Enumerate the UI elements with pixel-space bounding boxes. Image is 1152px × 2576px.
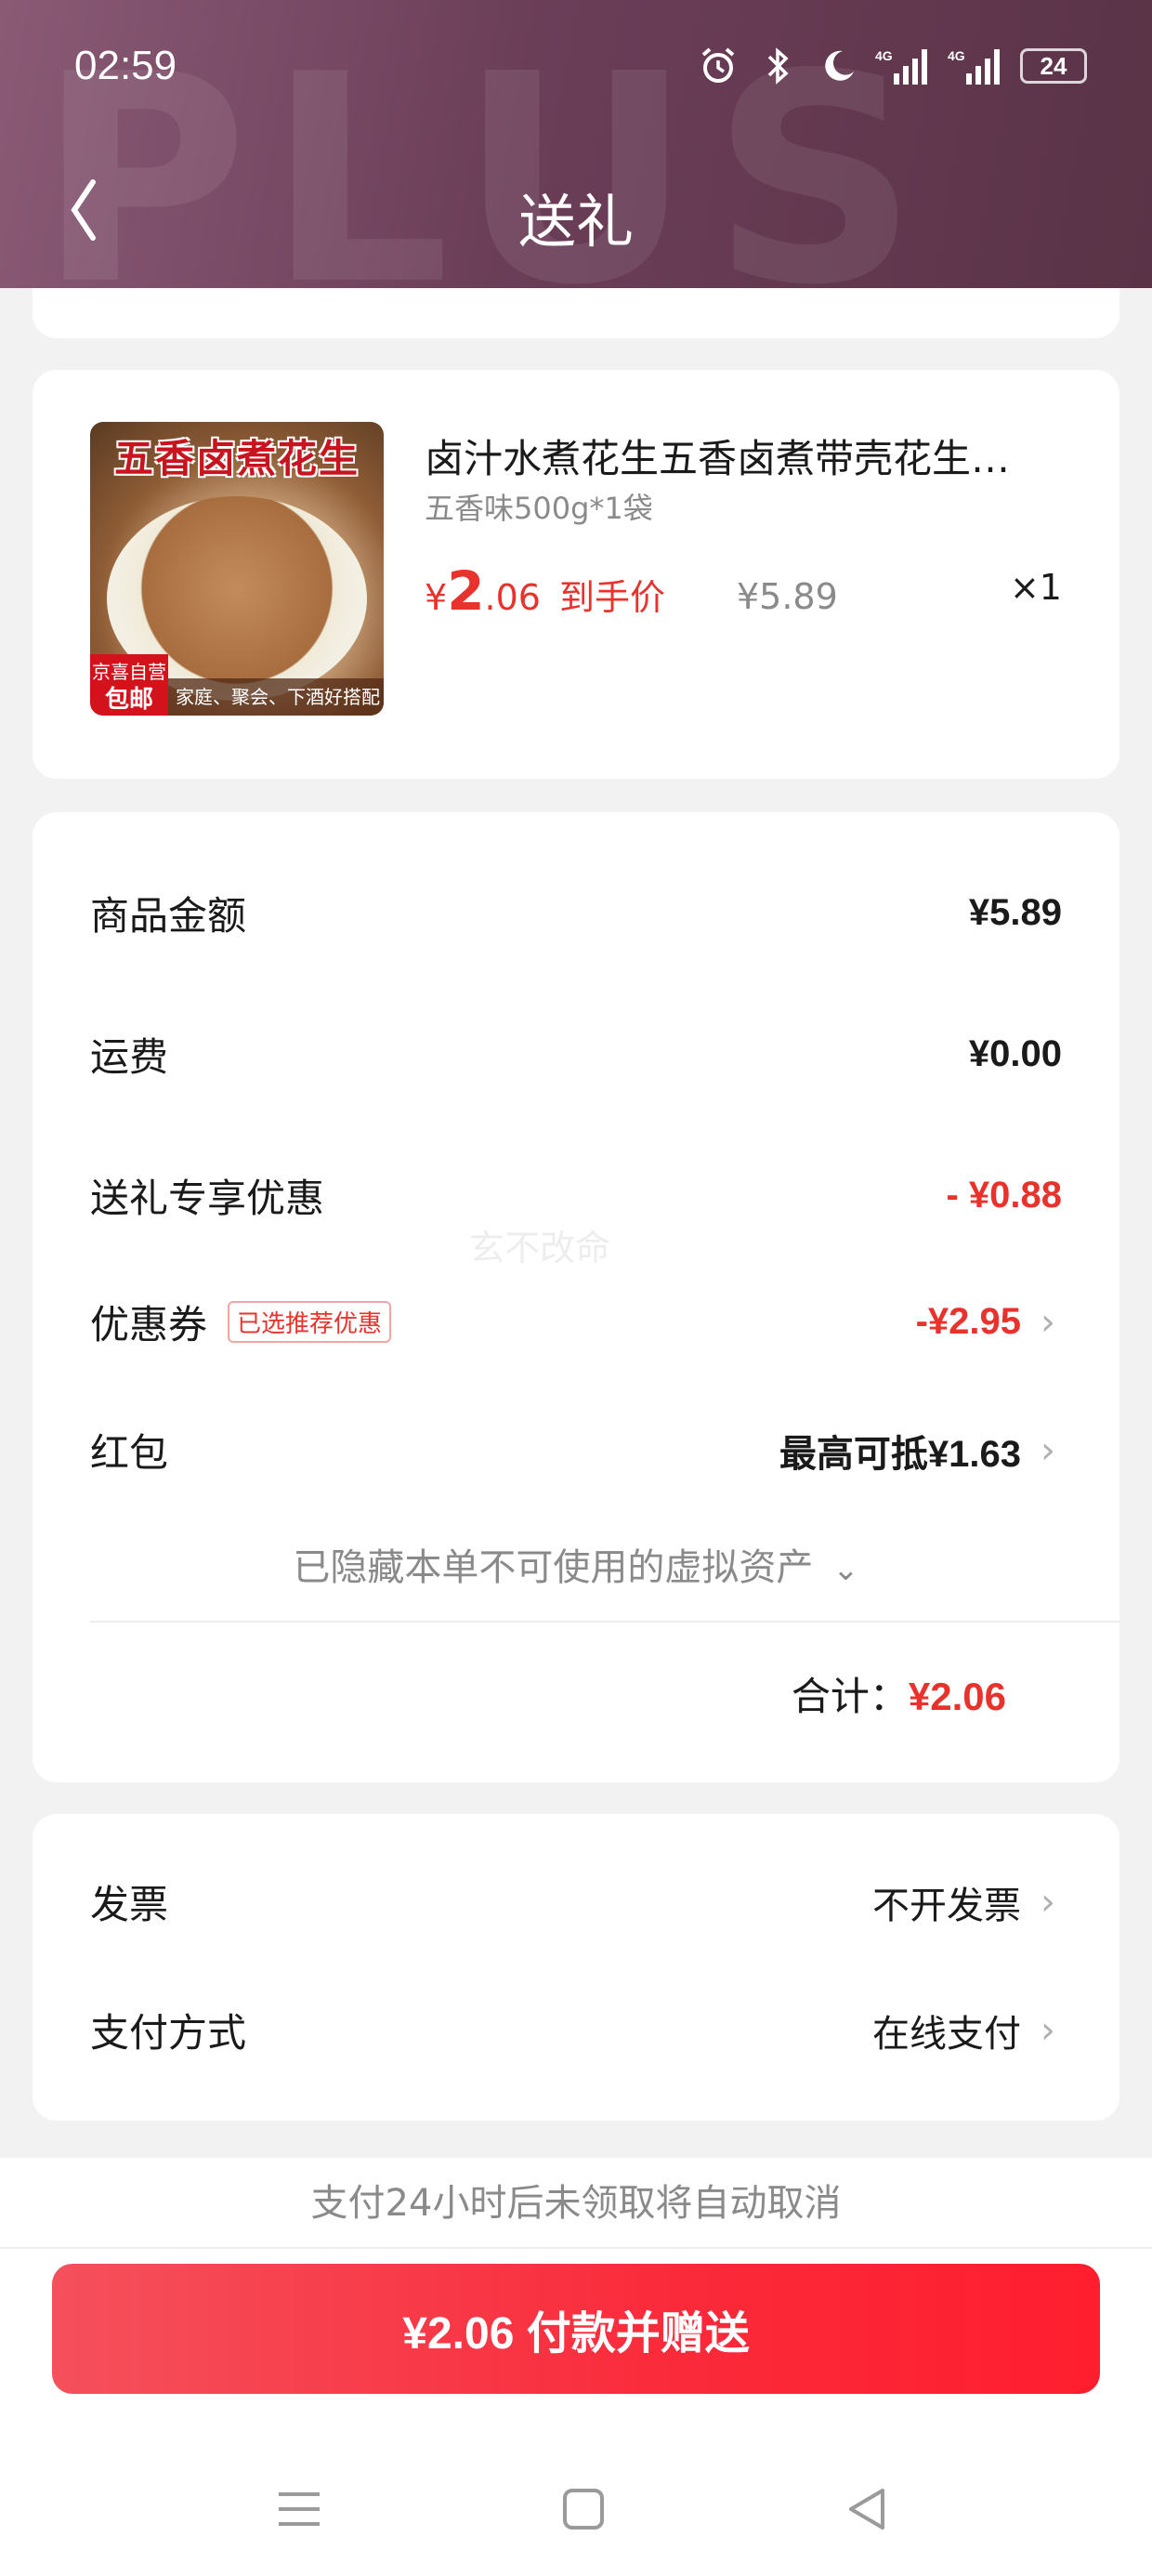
svg-text:4G: 4G bbox=[948, 48, 965, 63]
total-label: 合计： bbox=[791, 1674, 909, 1719]
gift-discount-row: 送礼专享优惠 - ¥0.88 bbox=[90, 1167, 1062, 1224]
shipping-value: ¥0.00 bbox=[968, 1033, 1062, 1074]
shipping-row: 运费 ¥0.00 bbox=[90, 1026, 1062, 1083]
battery-icon: 24 bbox=[1020, 48, 1087, 84]
product-image[interactable]: 五香卤煮花生 京喜自营 包邮 家庭、聚会、下酒好搭配 bbox=[90, 422, 384, 716]
product-image-tagline: 家庭、聚会、下酒好搭配 bbox=[168, 678, 384, 716]
badge-line-1: 京喜自营 bbox=[92, 661, 166, 683]
product-image-title: 五香卤煮花生 bbox=[113, 436, 360, 481]
goods-amount-value: ¥5.89 bbox=[968, 892, 1062, 933]
hidden-assets-toggle[interactable]: 已隐藏本单不可使用的虚拟资产 ⌄ bbox=[33, 1537, 1119, 1591]
coupon-row[interactable]: 优惠券 已选推荐优惠 -¥2.95 › bbox=[90, 1294, 1062, 1350]
page-title: 送礼 bbox=[517, 188, 634, 256]
goods-amount-label: 商品金额 bbox=[90, 893, 247, 939]
price-label: 到手价 bbox=[558, 577, 665, 618]
chevron-right-icon: › bbox=[1041, 1300, 1055, 1344]
product-card[interactable]: 五香卤煮花生 京喜自营 包邮 家庭、聚会、下酒好搭配 卤汁水煮花生五香卤煮带壳花… bbox=[33, 370, 1119, 779]
product-final-price: ¥ 2 .06 到手价 bbox=[425, 559, 665, 623]
invoice-row[interactable]: 发票 不开发票 › bbox=[90, 1873, 1062, 1930]
chevron-right-icon: › bbox=[1041, 2008, 1055, 2052]
user-watermark: 玄不改命 bbox=[469, 1228, 611, 1268]
red-packet-label: 红包 bbox=[90, 1430, 169, 1476]
gift-discount-value: - ¥0.88 bbox=[946, 1175, 1062, 1216]
moon-icon bbox=[816, 45, 858, 87]
home-icon[interactable] bbox=[556, 2481, 611, 2537]
price-decimal: .06 bbox=[484, 577, 541, 618]
bluetooth-icon bbox=[756, 45, 799, 87]
order-summary-card: 商品金额 ¥5.89 运费 ¥0.00 送礼专享优惠 - ¥0.88 玄不改命 … bbox=[33, 812, 1119, 1782]
status-time: 02:59 bbox=[74, 43, 177, 88]
header: PLUS 02:59 4G 4G 24 送礼 bbox=[0, 0, 1152, 288]
goods-amount-row: 商品金额 ¥5.89 bbox=[90, 885, 1062, 941]
system-nav-bar bbox=[0, 2463, 1152, 2556]
chevron-right-icon: › bbox=[1041, 1428, 1055, 1472]
status-bar: 02:59 4G 4G 24 bbox=[0, 37, 1152, 102]
product-quantity: ×1 bbox=[1009, 567, 1062, 608]
payment-options-card: 发票 不开发票 › 支付方式 在线支付 › bbox=[33, 1814, 1119, 2121]
coupon-recommended-tag: 已选推荐优惠 bbox=[228, 1301, 392, 1343]
nav-bar: 送礼 bbox=[0, 158, 1152, 260]
price-currency: ¥ bbox=[425, 577, 448, 618]
invoice-value: 不开发票 bbox=[872, 1884, 1021, 1927]
coupon-value: -¥2.95 bbox=[915, 1301, 1021, 1342]
divider bbox=[90, 1621, 1119, 1623]
total-value: ¥2.06 bbox=[908, 1675, 1006, 1718]
status-icons: 4G 4G 24 bbox=[697, 45, 1087, 87]
payment-method-label: 支付方式 bbox=[90, 2010, 247, 2056]
auto-cancel-notice: 支付24小时后未领取将自动取消 bbox=[310, 2182, 842, 2225]
payment-method-value: 在线支付 bbox=[872, 2012, 1021, 2056]
svg-text:4G: 4G bbox=[875, 48, 893, 63]
back-triangle-icon[interactable] bbox=[840, 2481, 896, 2537]
product-name[interactable]: 卤汁水煮花生五香卤煮带壳花生… bbox=[425, 427, 1093, 484]
hidden-assets-text: 已隐藏本单不可使用的虚拟资产 bbox=[293, 1546, 814, 1589]
signal-4g-icon: 4G bbox=[875, 45, 931, 87]
notice-area: 支付24小时后未领取将自动取消 bbox=[0, 2158, 1152, 2249]
signal-4g-icon: 4G bbox=[948, 45, 1003, 87]
alarm-icon bbox=[697, 45, 740, 87]
payment-method-row[interactable]: 支付方式 在线支付 › bbox=[90, 2002, 1062, 2058]
original-price: ¥5.89 bbox=[737, 576, 838, 617]
bottom-bar: ¥2.06 付款并赠送 bbox=[0, 2249, 1152, 2576]
pay-and-gift-button[interactable]: ¥2.06 付款并赠送 bbox=[52, 2264, 1100, 2394]
red-packet-row[interactable]: 红包 最高可抵¥1.63 › bbox=[90, 1422, 1062, 1479]
chevron-right-icon: › bbox=[1041, 1880, 1055, 1924]
gift-order-page: PLUS 02:59 4G 4G 24 送礼 五香卤煮花生 京喜自营 包邮 家庭… bbox=[0, 0, 1152, 2576]
free-shipping-badge: 京喜自营 包邮 bbox=[90, 654, 168, 716]
gift-discount-label: 送礼专享优惠 bbox=[90, 1176, 325, 1221]
menu-icon[interactable] bbox=[271, 2481, 327, 2537]
shipping-label: 运费 bbox=[90, 1034, 169, 1080]
red-packet-value: 最高可抵¥1.63 bbox=[779, 1433, 1021, 1475]
price-integer: 2 bbox=[447, 559, 485, 623]
total-row: 合计：¥2.06 bbox=[792, 1665, 1006, 1722]
chevron-down-icon: ⌄ bbox=[832, 1551, 859, 1588]
coupon-label: 优惠券 bbox=[90, 1302, 208, 1347]
badge-line-2: 包邮 bbox=[104, 686, 153, 714]
product-spec: 五香味500g*1袋 bbox=[425, 491, 653, 526]
invoice-label: 发票 bbox=[90, 1882, 169, 1927]
